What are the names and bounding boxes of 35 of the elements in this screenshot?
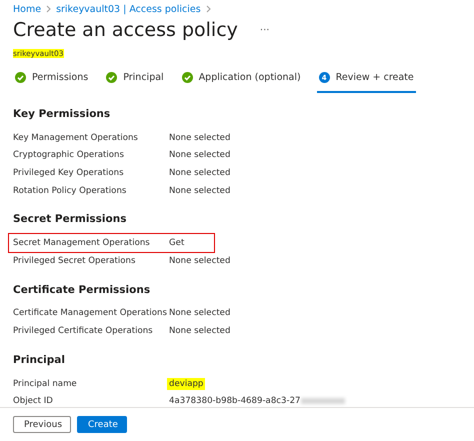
section-heading: Secret Permissions — [13, 213, 128, 226]
property-label: Secret Management Operations — [13, 238, 151, 248]
section-heading: Certificate Permissions — [13, 284, 152, 296]
wizard-step-tab[interactable]: Principal — [104, 72, 166, 93]
property-label: Principal name — [13, 378, 78, 389]
property-value: None selected — [169, 186, 230, 196]
create-button[interactable]: Create — [77, 416, 127, 433]
property-label: Privileged Key Operations — [13, 168, 125, 178]
previous-button[interactable]: Previous — [13, 416, 71, 433]
property-value: None selected — [169, 168, 230, 178]
property-label: Rotation Policy Operations — [13, 186, 128, 196]
breadcrumb-link[interactable]: srikeyvault03 | Access policies — [56, 4, 201, 14]
property-label: Privileged Secret Operations — [13, 256, 136, 266]
chevron-icon — [45, 5, 52, 13]
property-label: Cryptographic Operations — [13, 150, 125, 160]
property-label: Object ID — [13, 396, 54, 406]
property-value: None selected — [169, 326, 230, 336]
property-value: deviapp — [167, 378, 206, 390]
wizard-step-tab[interactable]: Application (optional) — [180, 72, 303, 93]
wizard-step-tab[interactable]: Permissions — [13, 72, 90, 93]
property-value: None selected — [169, 150, 230, 160]
chevron-icon — [204, 5, 212, 13]
more-button[interactable]: ··· — [260, 24, 270, 36]
page-title: Create an access policy — [13, 19, 238, 41]
property-value: None selected — [169, 256, 230, 266]
section-heading: Principal — [13, 354, 66, 366]
section-heading: Key Permissions — [13, 108, 112, 120]
property-value: Get — [169, 238, 184, 248]
property-label: Key Management Operations — [13, 132, 139, 143]
property-value: None selected — [169, 132, 230, 143]
property-label: Privileged Certificate Operations — [13, 326, 154, 336]
property-label: Certificate Management Operations — [13, 308, 168, 318]
property-value: 4a378380-b98b-4689-a8c3-27 — [169, 396, 301, 406]
breadcrumb-link[interactable]: Home — [13, 4, 42, 14]
property-value: None selected — [169, 308, 230, 318]
